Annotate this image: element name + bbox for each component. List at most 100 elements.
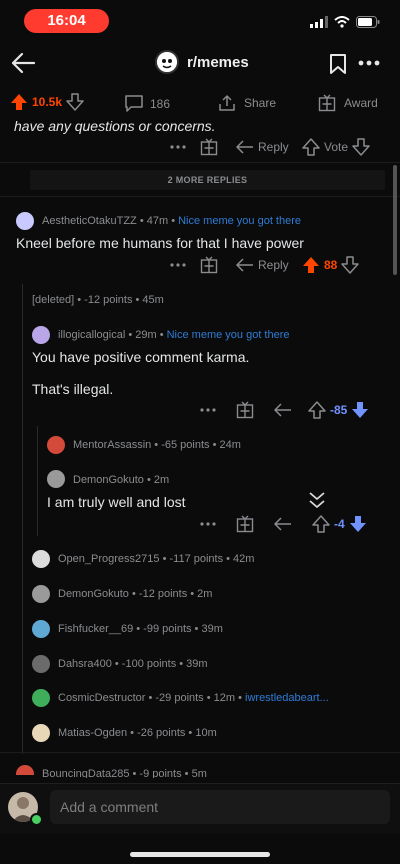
comment-meta: • -100 points • 39m	[114, 658, 208, 670]
more-dots-icon[interactable]	[200, 522, 236, 526]
collapsed-comment[interactable]: Dahsra400 • -100 points • 39m	[58, 658, 208, 670]
battery-icon	[356, 16, 380, 28]
comment-meta: • -99 points • 39m	[136, 623, 223, 635]
comment-author[interactable]: Open_Progress2715	[58, 553, 160, 565]
vote-group: 88	[302, 256, 360, 274]
home-indicator	[130, 852, 270, 857]
upvote-icon[interactable]	[302, 256, 320, 274]
comment-meta: AestheticOtakuTZZ • 47m • Nice meme you …	[42, 215, 301, 227]
subreddit-avatar	[155, 50, 179, 74]
more-dots-icon[interactable]	[200, 408, 236, 412]
comment-author[interactable]: Matias-Ogden	[58, 727, 127, 739]
more-replies-button[interactable]: 2 MORE REPLIES	[30, 170, 385, 190]
award-button[interactable]: Award	[318, 94, 378, 112]
collapse-chevrons-icon[interactable]	[306, 490, 328, 512]
share-icon	[218, 94, 236, 112]
comment-meta: • -26 points • 10m	[130, 727, 217, 739]
comment-actions: Reply 88	[170, 256, 360, 274]
subreddit-title[interactable]: r/memes	[155, 50, 249, 74]
comments-count-button[interactable]: 186	[124, 95, 170, 112]
avatar[interactable]	[32, 326, 50, 344]
avatar[interactable]	[32, 550, 50, 568]
upvote-icon[interactable]	[312, 515, 330, 533]
comment-author[interactable]: Dahsra400	[58, 658, 112, 670]
avatar[interactable]	[16, 212, 34, 230]
scrollbar[interactable]	[393, 165, 397, 275]
avatar[interactable]	[16, 765, 34, 775]
vote-label: Vote	[324, 140, 349, 154]
upvote-icon[interactable]	[308, 401, 326, 419]
collapsed-comment[interactable]: DemonGokuto • -12 points • 2m	[58, 588, 212, 600]
award-gift-icon[interactable]	[200, 256, 236, 274]
avatar[interactable]	[32, 585, 50, 603]
thread-line[interactable]	[37, 426, 38, 536]
share-label: Share	[244, 96, 277, 110]
divider	[0, 162, 400, 163]
award-gift-icon[interactable]	[200, 138, 236, 156]
downvote-icon[interactable]	[352, 138, 370, 156]
award-gift-icon	[318, 94, 336, 112]
avatar[interactable]	[32, 620, 50, 638]
reply-button[interactable]: Reply	[236, 140, 302, 154]
reply-label: Reply	[258, 258, 289, 272]
reply-icon[interactable]	[274, 403, 308, 417]
award-gift-icon[interactable]	[236, 401, 274, 419]
user-flair: Nice meme you got there	[178, 215, 301, 227]
comment-author[interactable]: illogicallogical	[58, 329, 125, 341]
downvote-icon[interactable]	[349, 515, 367, 533]
award-gift-icon[interactable]	[236, 515, 274, 533]
comment-meta: • -12 points • 2m	[132, 588, 213, 600]
award-label: Award	[344, 96, 378, 110]
collapsed-comment[interactable]: Open_Progress2715 • -117 points • 42m	[58, 553, 254, 565]
comment-body-line: That's illegal.	[32, 381, 114, 397]
comment-author[interactable]: DemonGokuto	[58, 588, 129, 600]
more-dots-icon[interactable]	[170, 263, 200, 267]
more-options-icon[interactable]	[358, 60, 380, 66]
vote-group: -85	[308, 401, 369, 419]
collapsed-comment[interactable]: CosmicDestructor • -29 points • 12m • iw…	[58, 692, 329, 704]
avatar[interactable]	[47, 470, 65, 488]
comment-actions: -4	[200, 515, 367, 533]
thread-line[interactable]	[22, 284, 23, 754]
collapsed-comment[interactable]: Matias-Ogden • -26 points • 10m	[58, 727, 217, 739]
comment-author[interactable]: Fishfucker__69	[58, 623, 133, 635]
comment-score: -85	[330, 403, 348, 417]
top-comment-actions: Reply Vote	[170, 138, 370, 156]
reply-label: Reply	[258, 140, 289, 154]
upvote-icon[interactable]	[10, 93, 28, 111]
vote-group: -4	[312, 515, 367, 533]
avatar[interactable]	[32, 689, 50, 707]
comment-meta: DemonGokuto • 2m	[73, 474, 170, 486]
bookmark-icon[interactable]	[329, 53, 347, 75]
downvote-icon[interactable]	[351, 401, 369, 419]
user-flair: Nice meme you got there	[166, 329, 290, 341]
subreddit-name: r/memes	[187, 53, 249, 71]
comment-meta: • -117 points • 42m	[162, 553, 255, 565]
status-time: 16:04	[24, 9, 109, 33]
reply-icon[interactable]	[274, 517, 312, 531]
comment-score: 88	[324, 258, 338, 272]
downvote-icon[interactable]	[66, 93, 84, 111]
comment-meta: • -29 points • 12m •	[148, 692, 242, 704]
upvote-icon[interactable]	[302, 138, 320, 156]
reply-button[interactable]: Reply	[236, 258, 302, 272]
more-dots-icon[interactable]	[170, 145, 200, 149]
comment-age: • 29m •	[128, 329, 164, 341]
comment-meta: MentorAssassin • -65 points • 24m	[73, 439, 241, 451]
comment-body: I am truly well and lost	[47, 494, 186, 510]
signal-icon	[310, 16, 328, 28]
divider	[0, 196, 400, 197]
avatar[interactable]	[32, 655, 50, 673]
collapsed-comment[interactable]: Fishfucker__69 • -99 points • 39m	[58, 623, 223, 635]
divider	[0, 752, 400, 753]
back-arrow-icon[interactable]	[10, 52, 36, 74]
downvote-icon[interactable]	[341, 256, 360, 274]
comment-author[interactable]: CosmicDestructor	[58, 692, 145, 704]
comment-author[interactable]: AestheticOtakuTZZ	[42, 215, 137, 227]
share-button[interactable]: Share	[218, 94, 276, 112]
avatar[interactable]	[47, 436, 65, 454]
add-comment-input[interactable]: Add a comment	[50, 790, 390, 824]
avatar[interactable]	[32, 724, 50, 742]
comment-bubble-icon	[124, 95, 144, 112]
post-vote-group: 10.5k	[10, 93, 84, 111]
